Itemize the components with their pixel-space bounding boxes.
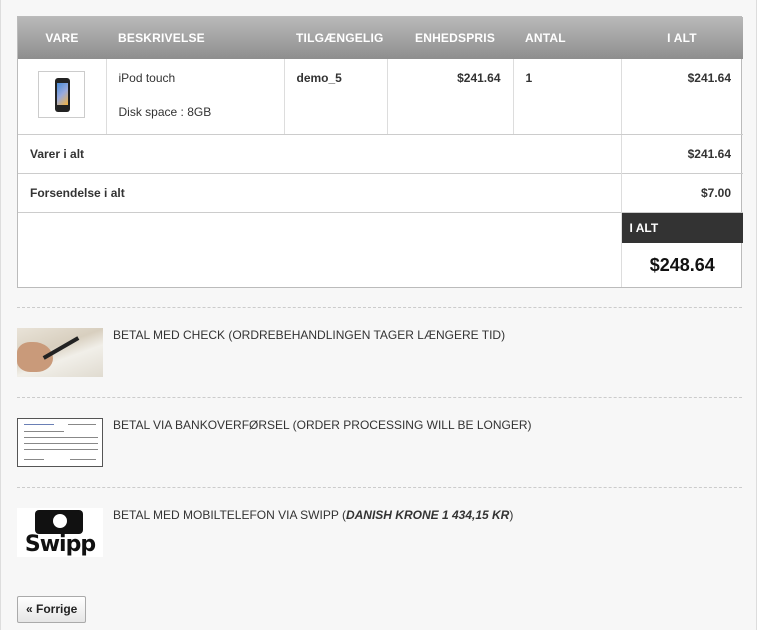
swipp-amount: DANISH KRONE 1 434,15 KR [345, 508, 510, 522]
shipping-value: $7.00 [620, 173, 743, 213]
cart-summary: VARE BESKRIVELSE TILGÆNGELIG ENHEDSPRIS … [17, 16, 743, 288]
payment-swipp-label[interactable]: BETAL MED MOBILTELEFON VIA SWIPP (DANISH… [113, 508, 513, 522]
item-name[interactable]: iPod touch [119, 71, 272, 85]
grand-total-value: $248.64 [649, 255, 715, 275]
shipping-label: Forsendelse i alt [18, 173, 621, 213]
header-availability: TILGÆNGELIG [284, 17, 387, 59]
item-unit-price: $241.64 [387, 59, 514, 134]
payment-option-swipp[interactable]: Swipp BETAL MED MOBILTELEFON VIA SWIPP (… [17, 487, 742, 577]
subtotal-value: $241.64 [620, 134, 743, 174]
cart-header-row: VARE BESKRIVELSE TILGÆNGELIG ENHEDSPRIS … [18, 17, 743, 59]
swipp-logo-text: Swipp [24, 532, 96, 557]
header-item: VARE [18, 17, 106, 59]
grand-total-row: I ALT $248.64 [18, 212, 743, 287]
item-attribute: Disk space : 8GB [118, 105, 212, 119]
payment-option-bank[interactable]: BETAL VIA BANKOVERFØRSEL (ORDER PROCESSI… [17, 397, 742, 487]
item-image-cell [18, 59, 107, 134]
header-description: BESKRIVELSE [106, 17, 284, 59]
check-payment-image[interactable] [17, 328, 103, 377]
subtotal-label: Varer i alt [18, 134, 621, 174]
grand-total-label: I ALT [621, 213, 743, 243]
item-quantity: 1 [513, 59, 622, 134]
swipp-logo[interactable]: Swipp [17, 508, 103, 557]
bank-transfer-image[interactable] [17, 418, 103, 467]
cart-item-row: iPod touch Disk space : 8GB demo_5 $241.… [18, 59, 743, 134]
shipping-row: Forsendelse i alt $7.00 [18, 173, 743, 213]
header-total: I ALT [621, 17, 743, 59]
item-total: $241.64 [687, 71, 731, 85]
subtotal-row: Varer i alt $241.64 [18, 134, 743, 174]
payment-option-check[interactable]: BETAL MED CHECK (ORDREBEHANDLINGEN TAGER… [17, 307, 742, 397]
previous-button[interactable]: « Forrige [17, 596, 87, 623]
payment-check-label[interactable]: BETAL MED CHECK (ORDREBEHANDLINGEN TAGER… [113, 328, 505, 342]
payment-options: BETAL MED CHECK (ORDREBEHANDLINGEN TAGER… [17, 307, 742, 577]
item-description-cell: iPod touch Disk space : 8GB [106, 59, 285, 134]
header-unit-price: ENHEDSPRIS [387, 17, 513, 59]
payment-bank-label[interactable]: BETAL VIA BANKOVERFØRSEL (ORDER PROCESSI… [113, 418, 532, 432]
header-quantity: ANTAL [513, 17, 621, 59]
ipod-touch-thumbnail[interactable] [38, 71, 86, 118]
item-availability: demo_5 [284, 59, 388, 134]
